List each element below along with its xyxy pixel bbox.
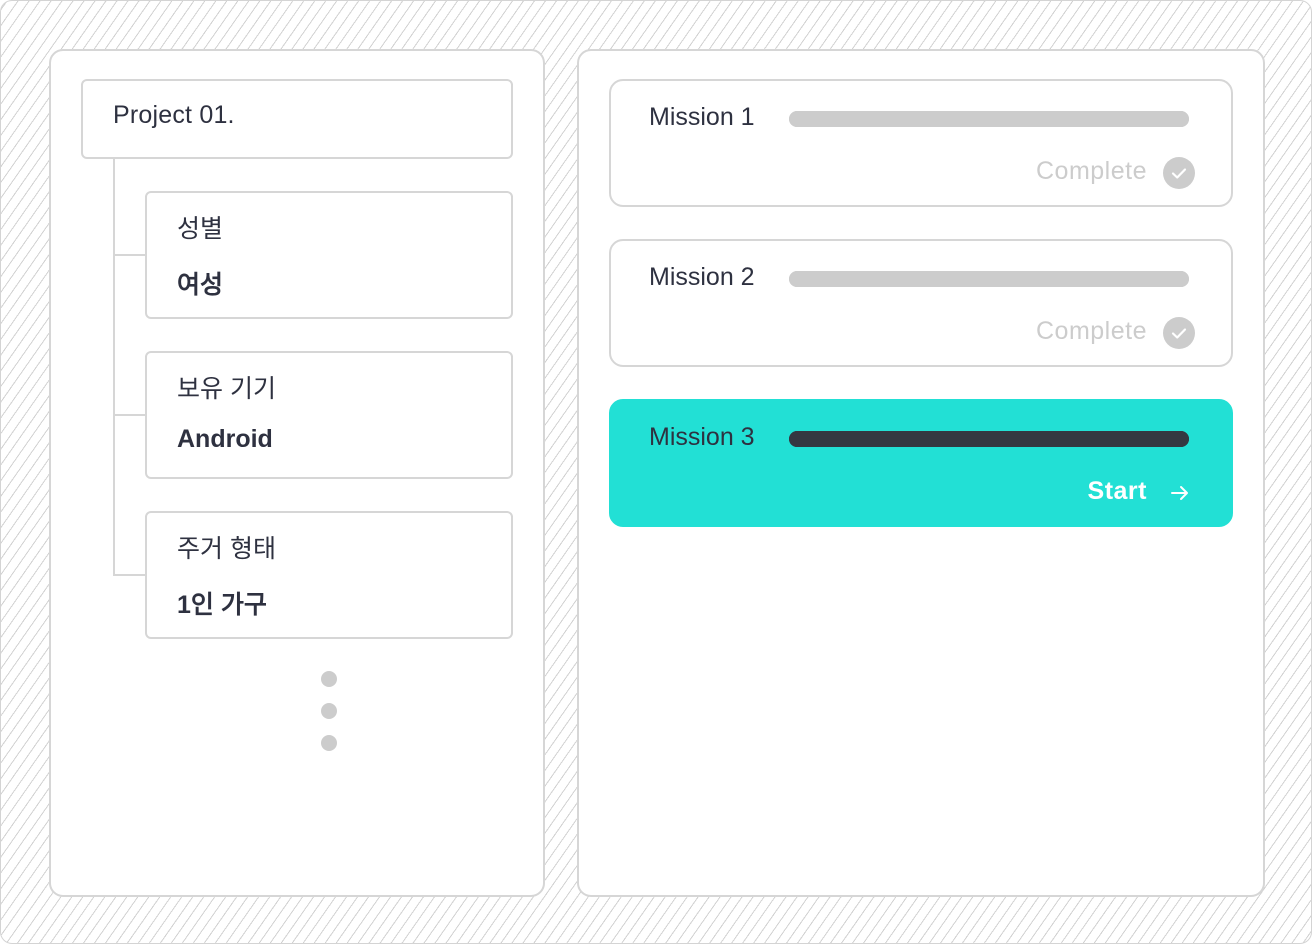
mission-progress-fill xyxy=(789,111,1189,127)
attribute-value: Android xyxy=(177,425,273,453)
attribute-card-device[interactable]: 보유 기기 Android xyxy=(145,351,513,479)
more-dot xyxy=(321,671,337,687)
mission-status: Complete xyxy=(1036,157,1147,185)
tree-connector xyxy=(113,157,115,575)
attribute-label: 보유 기기 xyxy=(177,375,276,403)
start-button[interactable]: Start xyxy=(1088,477,1147,506)
tree-branch xyxy=(113,254,147,256)
project-panel: Project 01. 성별 여성 보유 기기 Android 주거 형태 1인… xyxy=(49,49,545,897)
attribute-label: 주거 형태 xyxy=(177,535,276,563)
attribute-card-housing[interactable]: 주거 형태 1인 가구 xyxy=(145,511,513,639)
mission-progress-fill xyxy=(789,271,1189,287)
mission-panel: Mission 1 Complete Mission 2 Complete Mi… xyxy=(577,49,1265,897)
mission-card-1[interactable]: Mission 1 Complete xyxy=(609,79,1233,207)
more-dot xyxy=(321,703,337,719)
mission-progress-fill xyxy=(789,431,1189,447)
attribute-value: 여성 xyxy=(177,271,224,299)
mission-card-2[interactable]: Mission 2 Complete xyxy=(609,239,1233,367)
hatched-background: Project 01. 성별 여성 보유 기기 Android 주거 형태 1인… xyxy=(0,0,1312,944)
mission-title: Mission 3 xyxy=(649,423,755,451)
check-circle-icon xyxy=(1163,317,1195,349)
more-dot xyxy=(321,735,337,751)
tree-branch xyxy=(113,414,147,416)
arrow-right-icon[interactable] xyxy=(1169,483,1191,503)
mission-card-3[interactable]: Mission 3 Start xyxy=(609,399,1233,527)
mission-progress-bar xyxy=(789,271,1189,287)
project-card[interactable]: Project 01. xyxy=(81,79,513,159)
attribute-label: 성별 xyxy=(177,215,224,243)
mission-progress-bar xyxy=(789,431,1189,447)
tree-branch xyxy=(113,574,147,576)
mission-title: Mission 2 xyxy=(649,263,755,291)
mission-title: Mission 1 xyxy=(649,103,755,131)
mission-status: Complete xyxy=(1036,317,1147,345)
attribute-value: 1인 가구 xyxy=(177,591,267,619)
project-title: Project 01. xyxy=(113,101,235,129)
mission-progress-bar xyxy=(789,111,1189,127)
check-circle-icon xyxy=(1163,157,1195,189)
attribute-card-gender[interactable]: 성별 여성 xyxy=(145,191,513,319)
